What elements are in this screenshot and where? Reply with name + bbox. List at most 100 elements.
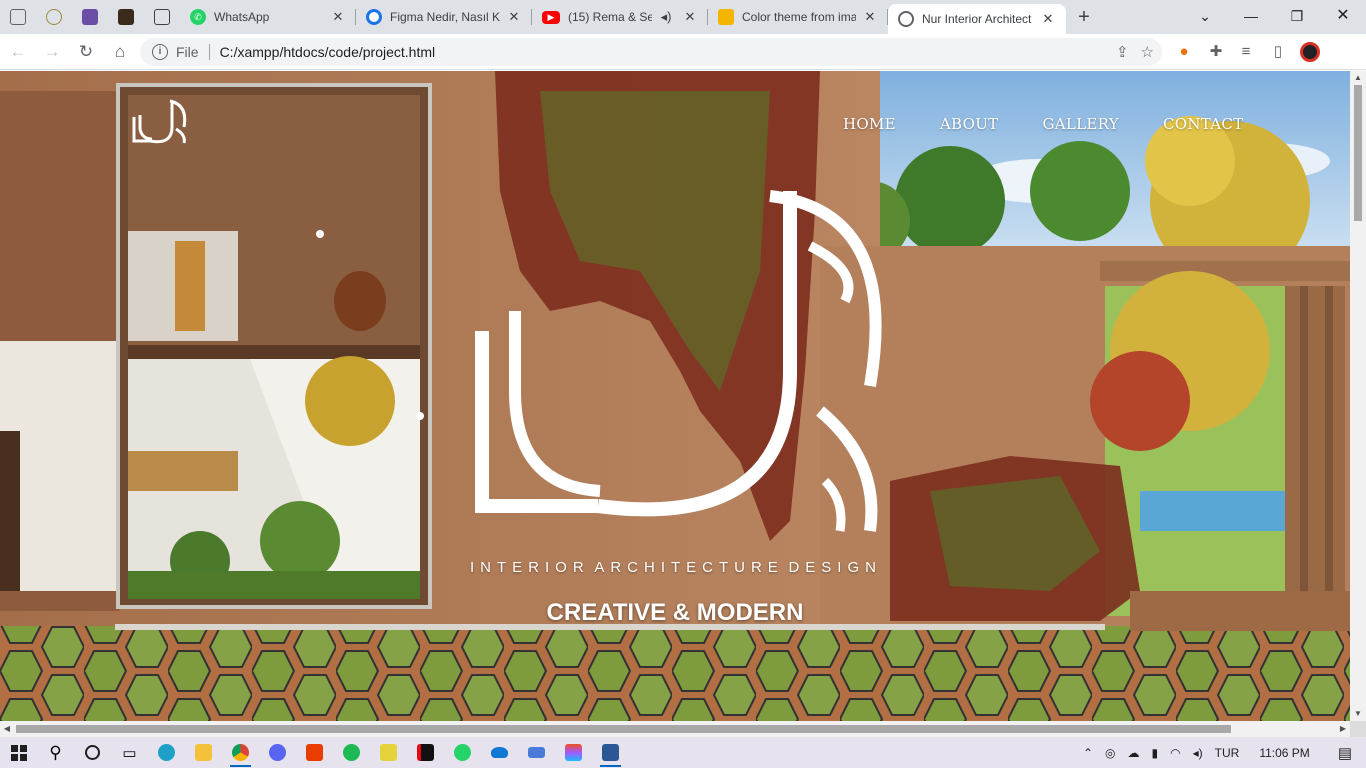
- office-icon: [306, 744, 323, 761]
- whatsapp-icon: ✆: [190, 9, 206, 25]
- task-view-button[interactable]: ▭: [111, 737, 148, 768]
- tagline-word: INTERIOR: [470, 559, 590, 576]
- whatsapp-icon: [454, 744, 471, 761]
- pinned-tab-4[interactable]: [108, 0, 144, 34]
- pinned-tab-1[interactable]: [0, 0, 36, 34]
- taskbar-onedrive[interactable]: [481, 737, 518, 768]
- task-view-icon: ▭: [122, 744, 137, 762]
- battery-icon[interactable]: ▮: [1152, 746, 1159, 760]
- close-icon[interactable]: ✕: [682, 9, 698, 25]
- taskbar-office[interactable]: [296, 737, 333, 768]
- figma-icon: [565, 744, 582, 761]
- close-icon[interactable]: ✕: [862, 9, 878, 25]
- info-icon[interactable]: i: [152, 44, 168, 60]
- taskbar-netflix[interactable]: [407, 737, 444, 768]
- sticky-notes-icon: [380, 744, 397, 761]
- address-bar[interactable]: i File C:/xampp/htdocs/code/project.html…: [140, 38, 1162, 66]
- new-tab-button[interactable]: +: [1066, 0, 1102, 34]
- puzzle-icon[interactable]: ✚: [1204, 40, 1228, 64]
- nav-gallery[interactable]: GALLERY: [1042, 115, 1119, 133]
- taskbar-discord[interactable]: [259, 737, 296, 768]
- back-button[interactable]: ←: [2, 36, 34, 68]
- cloud-icon[interactable]: ☁: [1128, 746, 1140, 760]
- tab-color-theme[interactable]: Color theme from ima ✕: [708, 0, 888, 34]
- profile-avatar[interactable]: [1298, 40, 1322, 64]
- home-button[interactable]: ⌂: [104, 36, 136, 68]
- cortana-icon: [85, 745, 100, 760]
- share-icon[interactable]: ⇪: [1116, 43, 1129, 61]
- tab-youtube[interactable]: ▶ (15) Rema & Sele ◂) ✕: [532, 0, 708, 34]
- taskbar-keyboard[interactable]: [518, 737, 555, 768]
- tab-figma[interactable]: Figma Nedir, Nasıl Ku ✕: [356, 0, 532, 34]
- taskbar-sticky[interactable]: [370, 737, 407, 768]
- taskbar-word[interactable]: [592, 737, 629, 768]
- language-indicator[interactable]: TUR: [1215, 746, 1240, 760]
- scroll-down-arrow-icon[interactable]: ▼: [1350, 707, 1366, 721]
- close-icon[interactable]: ✕: [1040, 11, 1056, 27]
- scroll-up-arrow-icon[interactable]: ▲: [1350, 71, 1366, 85]
- pinned-tab-5[interactable]: [144, 0, 180, 34]
- word-icon: [602, 744, 619, 761]
- meet-icon[interactable]: ◎: [1105, 746, 1115, 760]
- circle-check-icon: [46, 9, 62, 25]
- nav-about[interactable]: ABOUT: [940, 115, 999, 133]
- notifications-icon[interactable]: ▤: [1338, 744, 1352, 762]
- tab-title: WhatsApp: [214, 10, 270, 24]
- cortana-button[interactable]: [74, 737, 111, 768]
- nav-home[interactable]: HOME: [843, 115, 896, 133]
- taskbar-figma[interactable]: [555, 737, 592, 768]
- tab-title: (15) Rema & Sele: [568, 10, 652, 24]
- extension-icon[interactable]: ●: [1172, 40, 1196, 64]
- url-text[interactable]: C:/xampp/htdocs/code/project.html: [220, 44, 436, 60]
- clock[interactable]: 11:06 PM: [1259, 746, 1309, 760]
- taskbar-explorer[interactable]: [185, 737, 222, 768]
- side-panel-icon[interactable]: ▯: [1266, 40, 1290, 64]
- horizontal-scrollbar[interactable]: ◀ ▶: [0, 721, 1350, 737]
- vertical-scrollbar[interactable]: ▲ ▼: [1350, 71, 1366, 721]
- scroll-left-arrow-icon[interactable]: ◀: [0, 721, 14, 737]
- taskbar-spotify[interactable]: [333, 737, 370, 768]
- volume-icon[interactable]: ◂): [1193, 746, 1203, 760]
- close-window-button[interactable]: ✕: [1320, 0, 1366, 34]
- media-queue-icon[interactable]: ≡: [1234, 40, 1258, 64]
- tab-search-chevron-icon[interactable]: ⌄: [1182, 0, 1228, 34]
- tab-whatsapp[interactable]: ✆ WhatsApp ✕: [180, 0, 356, 34]
- scroll-thumb[interactable]: [16, 725, 1231, 733]
- search-icon: ⚲: [49, 742, 62, 762]
- browser-toolbar: ← → ↻ ⌂ i File C:/xampp/htdocs/code/proj…: [0, 34, 1366, 70]
- scroll-right-arrow-icon[interactable]: ▶: [1336, 721, 1350, 737]
- scrollbar-corner: [1350, 721, 1366, 737]
- taskbar-chrome[interactable]: [222, 737, 259, 768]
- tagline-word: DESIGN: [788, 559, 882, 576]
- onedrive-icon: [491, 747, 508, 758]
- discord-icon: [269, 744, 286, 761]
- tab-title: Figma Nedir, Nasıl Ku: [390, 10, 500, 24]
- page-viewport: HOME ABOUT GALLERY CONTACT INTERIOR ARCH…: [0, 71, 1350, 721]
- wifi-icon[interactable]: ◠: [1170, 746, 1180, 760]
- nav-contact[interactable]: CONTACT: [1163, 115, 1244, 133]
- site-nav: HOME ABOUT GALLERY CONTACT: [843, 115, 1244, 133]
- scroll-thumb[interactable]: [1354, 85, 1362, 221]
- start-button[interactable]: [0, 737, 37, 768]
- colorhunt-icon: [82, 9, 98, 25]
- tab-search-icon: [154, 9, 170, 25]
- chevron-up-icon[interactable]: ⌃: [1083, 746, 1093, 760]
- restore-button[interactable]: ❐: [1274, 0, 1320, 34]
- taskbar-edge[interactable]: [148, 737, 185, 768]
- forward-button[interactable]: →: [36, 36, 68, 68]
- tab-nur-interior[interactable]: Nur Interior Architect ✕: [888, 4, 1066, 34]
- speaker-icon[interactable]: ◂): [658, 9, 674, 25]
- close-icon[interactable]: ✕: [506, 9, 522, 25]
- pinned-tab-3[interactable]: [72, 0, 108, 34]
- reload-button[interactable]: ↻: [70, 36, 102, 68]
- search-button[interactable]: ⚲: [37, 737, 74, 768]
- close-icon[interactable]: ✕: [330, 9, 346, 25]
- doc-icon: [10, 9, 26, 25]
- book-icon: [118, 9, 134, 25]
- tagline-word: ARCHITECTURE: [594, 559, 784, 576]
- bookmark-star-icon[interactable]: ☆: [1141, 43, 1154, 61]
- pinned-tab-2[interactable]: [36, 0, 72, 34]
- minimize-button[interactable]: —: [1228, 0, 1274, 34]
- netflix-icon: [417, 744, 434, 761]
- taskbar-whatsapp[interactable]: [444, 737, 481, 768]
